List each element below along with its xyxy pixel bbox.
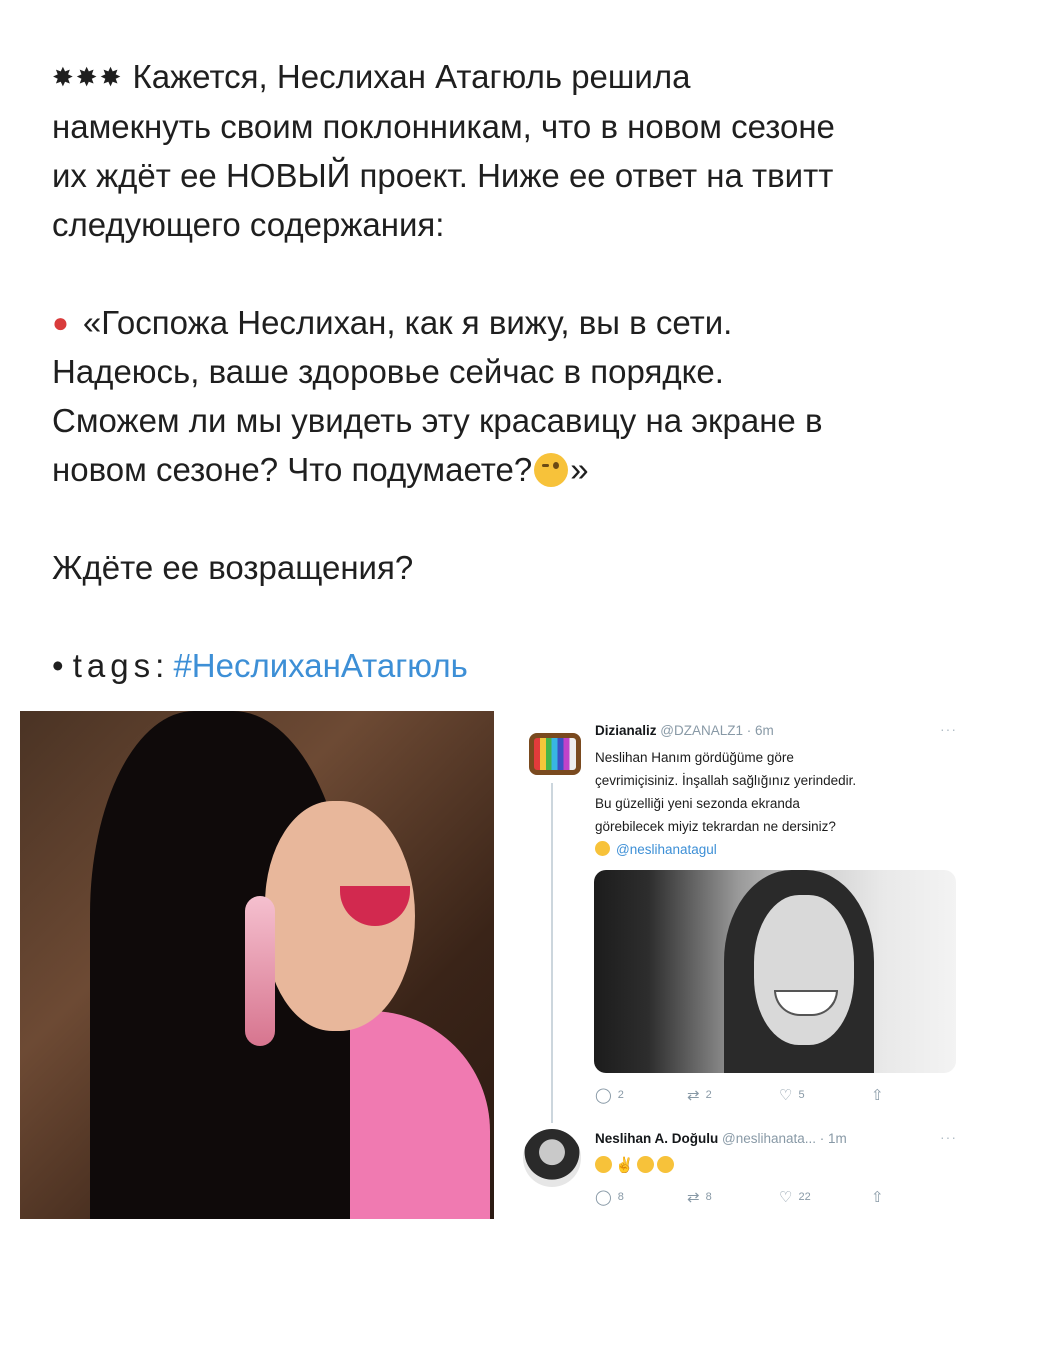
share-icon: ⇧ (871, 1189, 884, 1206)
tweet1-share[interactable]: ⇧ (871, 1086, 963, 1104)
tweet1-body: Neslihan Hanım gördüğüme göre çevrimiçis… (595, 746, 965, 861)
tweet1-like-count: 5 (798, 1089, 805, 1101)
retweet-icon: ⇄ (687, 1087, 700, 1104)
tweet2-retweet[interactable]: ⇄ 8 (687, 1188, 779, 1206)
tweet1-actions: ◯ 2 ⇄ 2 ♡ 5 ⇧ (595, 1086, 963, 1104)
tweet-screenshot: Dizianaliz @DZANALZ1 · 6m ··· Neslihan H… (505, 711, 975, 1219)
tweet1-mention[interactable]: @neslihanatagul (616, 842, 717, 857)
quote-close: » (570, 451, 589, 488)
post-line-1: Кажется, Неслихан Атагюль решила (132, 58, 691, 95)
tags-label: tags (72, 647, 156, 684)
smile-emoji-icon (595, 1156, 612, 1174)
question-line: Ждёте ее возращения? (52, 549, 414, 586)
tweet2-actions: ◯ 8 ⇄ 8 ♡ 22 ⇧ (595, 1188, 963, 1206)
post-line-3: их ждёт ее НОВЫЙ проект. Ниже ее ответ н… (52, 157, 834, 194)
tweet2-header: Neslihan A. Doğulu @neslihanata... · 1m (595, 1131, 847, 1146)
tags-bullet: • (52, 647, 64, 684)
earring-shape (245, 896, 275, 1046)
post: ✸✸✸ Кажется, Неслихан Атагюль решила нам… (0, 0, 1047, 1361)
tweet2-handle[interactable]: @neslihanata... · 1m (722, 1131, 847, 1146)
quote-line-4-wrap: новом сезоне? Что подумаете? » (52, 445, 982, 494)
thread-line (551, 783, 553, 1123)
tweet2-more-icon[interactable]: ··· (940, 1129, 957, 1145)
quote-line-3: Сможем ли мы увидеть эту красавицу на эк… (52, 402, 823, 439)
tags-colon: : (155, 647, 165, 684)
tweet1-line-1: Neslihan Hanım gördüğüme göre (595, 750, 794, 765)
tweet2-reply[interactable]: ◯ 8 (595, 1188, 687, 1206)
quote-line-4: новом сезоне? Что подумаете? (52, 451, 533, 488)
tweet1-more-icon[interactable]: ··· (940, 721, 957, 737)
tweet1-reply-count: 2 (617, 1089, 624, 1101)
tweet2-like[interactable]: ♡ 22 (779, 1188, 871, 1206)
tweet2-emojis: ✌ (595, 1154, 677, 1174)
wink-emoji-icon (595, 841, 610, 856)
share-icon: ⇧ (871, 1087, 884, 1104)
post-text: ✸✸✸ Кажется, Неслихан Атагюль решила нам… (52, 52, 982, 690)
explosion-icon: ✸✸✸ (52, 62, 124, 92)
pin-icon: ● (52, 307, 69, 338)
hashtag-link[interactable]: #НеслиханАтагюль (173, 647, 467, 684)
wink-emoji-icon (534, 453, 569, 487)
tweet1-line-2: çevrimiçisiniz. İnşallah sağlığınız yeri… (595, 773, 857, 788)
photo-neslihan-smiling (20, 711, 494, 1219)
tweet1-mention-line: @neslihanatagul (595, 838, 965, 861)
heart-icon: ♡ (779, 1189, 793, 1206)
tags-line: • tags: #НеслиханАтагюль (52, 641, 982, 690)
tv-avatar-icon[interactable] (529, 733, 581, 775)
tweet1-retweet-count: 2 (705, 1089, 712, 1101)
reply-icon: ◯ (595, 1189, 612, 1206)
tweet1-reply[interactable]: ◯ 2 (595, 1086, 687, 1104)
post-line-2: намекнуть своим поклонникам, что в новом… (52, 108, 835, 145)
tweet1-line-4: görebilecek miyiz tekrardan ne dersiniz? (595, 819, 836, 834)
tweet1-line-3: Bu güzelliği yeni sezonda ekranda (595, 796, 800, 811)
tweet2-reply-count: 8 (617, 1191, 624, 1203)
smile-emoji-icon (656, 1156, 674, 1174)
quote-line: ● «Госпожа Неслихан, как я вижу, вы в сет… (52, 298, 982, 347)
tweet1-like[interactable]: ♡ 5 (779, 1086, 871, 1104)
tweet1-retweet[interactable]: ⇄ 2 (687, 1086, 779, 1104)
tweet2-name[interactable]: Neslihan A. Doğulu (595, 1131, 718, 1146)
post-line: ✸✸✸ Кажется, Неслихан Атагюль решила (52, 52, 982, 102)
tweet1-photo[interactable] (594, 870, 956, 1073)
heart-icon: ♡ (779, 1087, 793, 1104)
neslihan-avatar[interactable] (523, 1129, 581, 1187)
post-line-4: следующего содержания: (52, 206, 445, 243)
rock-hand-emoji-icon: ✌ (615, 1156, 634, 1174)
quote-line-1: «Госпожа Неслихан, как я вижу, вы в сети… (82, 304, 733, 341)
reply-icon: ◯ (595, 1087, 612, 1104)
bw-face-shape (754, 895, 854, 1045)
tweet2-retweet-count: 8 (705, 1191, 712, 1203)
tweet2-share[interactable]: ⇧ (871, 1188, 963, 1206)
hushed-emoji-icon (636, 1156, 654, 1174)
tweet2-like-count: 22 (798, 1191, 811, 1203)
tweet1-header: Dizianaliz @DZANALZ1 · 6m (595, 723, 774, 738)
quote-line-2: Надеюсь, ваше здоровье сейчас в порядке. (52, 353, 724, 390)
tweet1-handle[interactable]: @DZANALZ1 · 6m (660, 723, 773, 738)
tweet1-name[interactable]: Dizianaliz (595, 723, 657, 738)
retweet-icon: ⇄ (687, 1189, 700, 1206)
